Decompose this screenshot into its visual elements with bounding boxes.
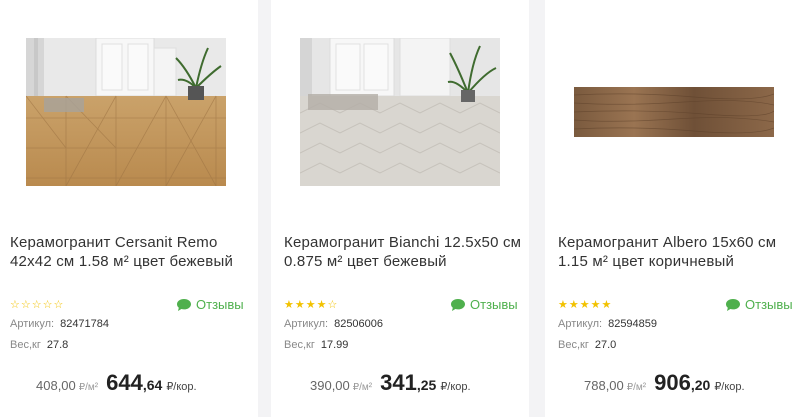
price-box-unit: ₽/кор. (166, 381, 197, 393)
product-card[interactable]: Керамогранит Albero 15x60 см 1.15 м² цве… (545, 0, 800, 417)
product-image[interactable] (574, 87, 774, 137)
price-block: 390,00 ₽/м² 341,25 ₽/кор. (310, 370, 471, 396)
sku-row: Артикул: 82471784 (10, 318, 109, 330)
product-image[interactable] (300, 38, 500, 186)
price-per-m2-unit: ₽/м² (352, 382, 373, 393)
price-per-m2-unit: ₽/м² (626, 382, 647, 393)
weight-value: 17.99 (320, 339, 349, 351)
price-box-decimal: ,64 (142, 377, 163, 393)
weight-label: Вес,кг (558, 339, 589, 351)
price-box-integer: 906 (654, 370, 691, 395)
reviews-label[interactable]: Отзывы (196, 297, 244, 312)
product-card[interactable]: Керамогранит Bianchi 12.5x50 см 0.875 м²… (271, 0, 529, 417)
price-per-m2: 390,00 (310, 378, 350, 393)
product-card[interactable]: Керамогранит Cersanit Remo 42x42 см 1.58… (0, 0, 258, 417)
product-image[interactable] (26, 38, 226, 186)
sku-value: 82594859 (608, 318, 658, 330)
sku-row: Артикул: 82506006 (284, 318, 383, 330)
sku-row: Артикул: 82594859 (558, 318, 657, 330)
sku-label: Артикул: (558, 318, 603, 330)
price-per-m2: 408,00 (36, 378, 76, 393)
price-block: 408,00 ₽/м² 644,64 ₽/кор. (36, 370, 197, 396)
price-box-integer: 341 (380, 370, 417, 395)
price-block: 788,00 ₽/м² 906,20 ₽/кор. (584, 370, 745, 396)
weight-row: Вес,кг 27.0 (558, 339, 616, 351)
price-per-m2: 788,00 (584, 378, 624, 393)
product-title[interactable]: Керамогранит Albero 15x60 см 1.15 м² цве… (558, 233, 798, 271)
product-title[interactable]: Керамогранит Bianchi 12.5x50 см 0.875 м²… (284, 233, 524, 271)
price-box-decimal: ,20 (690, 377, 711, 393)
chat-bubble-icon (177, 298, 191, 311)
price-box-decimal: ,25 (416, 377, 437, 393)
rating-stars: ★★★★☆ (284, 299, 339, 311)
price-box-unit: ₽/кор. (714, 381, 745, 393)
reviews-label[interactable]: Отзывы (470, 297, 518, 312)
price-per-m2-unit: ₽/м² (78, 382, 99, 393)
sku-label: Артикул: (10, 318, 55, 330)
price-box-integer: 644 (106, 370, 143, 395)
rating-stars: ☆☆☆☆☆ (10, 299, 65, 311)
reviews-link[interactable]: Отзывы (451, 297, 518, 312)
weight-row: Вес,кг 17.99 (284, 339, 348, 351)
weight-value: 27.8 (46, 339, 69, 351)
reviews-link[interactable]: Отзывы (726, 297, 793, 312)
reviews-label[interactable]: Отзывы (745, 297, 793, 312)
reviews-link[interactable]: Отзывы (177, 297, 244, 312)
weight-label: Вес,кг (10, 339, 41, 351)
weight-row: Вес,кг 27.8 (10, 339, 68, 351)
price-box-unit: ₽/кор. (440, 381, 471, 393)
chat-bubble-icon (726, 298, 740, 311)
sku-label: Артикул: (284, 318, 329, 330)
chat-bubble-icon (451, 298, 465, 311)
sku-value: 82471784 (60, 318, 110, 330)
weight-label: Вес,кг (284, 339, 315, 351)
weight-value: 27.0 (594, 339, 617, 351)
product-title[interactable]: Керамогранит Cersanit Remo 42x42 см 1.58… (10, 233, 250, 271)
sku-value: 82506006 (334, 318, 384, 330)
rating-stars: ★★★★★ (558, 299, 613, 311)
